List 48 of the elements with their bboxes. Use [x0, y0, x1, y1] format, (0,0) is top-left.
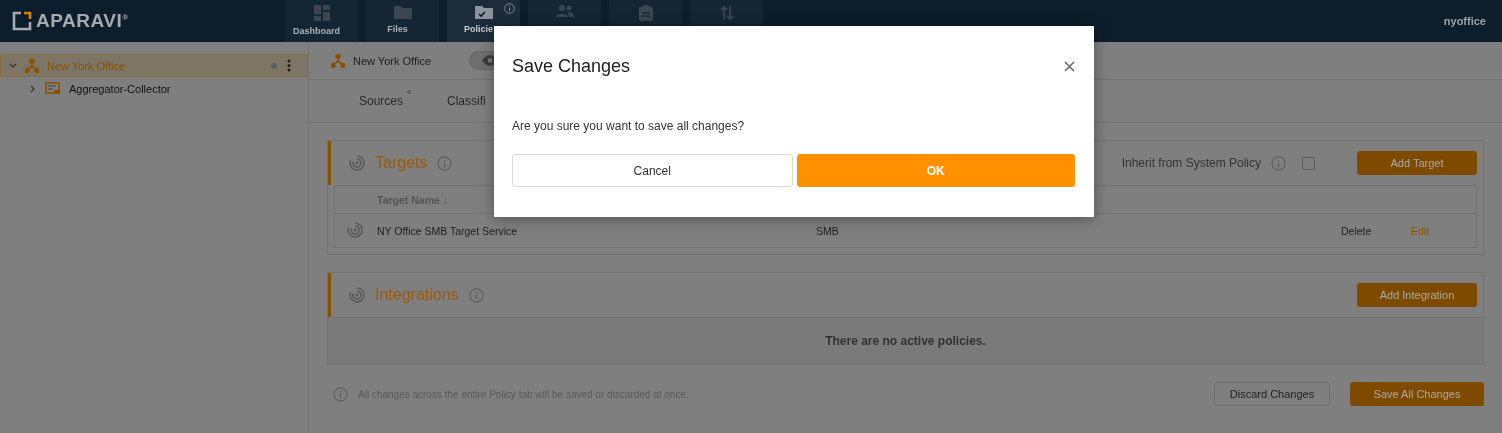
dialog-message: Are you sure you want to save all changes?: [512, 119, 745, 133]
tree-item[interactable]: Aggregator-Collector: [0, 77, 308, 100]
folder-check-icon: [474, 5, 493, 19]
table-cell: SMB: [816, 224, 839, 237]
table-cell: NY Office SMB Target Service: [377, 224, 518, 237]
inherit-checkbox[interactable]: [1302, 156, 1315, 170]
network-icon: [25, 58, 39, 73]
section-title: Targets: [375, 154, 428, 172]
network-icon: [331, 53, 345, 68]
target-icon: [347, 221, 363, 238]
clipboard-icon: [638, 5, 653, 21]
target-icon: [349, 155, 365, 171]
info-icon: [1271, 155, 1286, 171]
server-icon: [45, 82, 61, 95]
folder-icon: [393, 5, 412, 19]
empty-message: There are no active policies.: [825, 334, 986, 348]
user-name[interactable]: nyoffice: [1443, 15, 1502, 27]
chevron-icon: [29, 84, 37, 93]
close-button[interactable]: [1064, 60, 1075, 72]
grid-icon: [313, 5, 330, 21]
chevron-icon: [9, 61, 17, 70]
arrows-icon: [718, 5, 735, 21]
info-icon: [333, 386, 348, 402]
discard-button[interactable]: Discard Changes: [1214, 382, 1330, 406]
save-all-button[interactable]: Save All Changes: [1350, 382, 1484, 406]
app-logo: APARAVI$^{®}$: [36, 10, 129, 32]
target-icon: [349, 287, 365, 303]
section-title: Integrations: [375, 286, 459, 304]
nav-tab[interactable]: Dashboard: [285, 0, 358, 42]
add-target-button[interactable]: Add Target: [1357, 151, 1477, 175]
close-icon: [1064, 60, 1075, 72]
info-icon: [504, 3, 515, 14]
nav-tab[interactable]: Files: [366, 0, 439, 42]
delete-link[interactable]: Delete: [1341, 224, 1372, 237]
policy-tab[interactable]: Sources: [359, 94, 404, 108]
people-icon: [555, 5, 574, 17]
status-dot-icon: [271, 62, 277, 69]
info-icon: [437, 155, 453, 171]
dialog-title: Save Changes: [512, 55, 631, 77]
policy-tab[interactable]: Classifi: [447, 94, 486, 108]
ok-button[interactable]: OK: [796, 154, 1075, 187]
info-icon: [468, 287, 484, 303]
logo-icon: [12, 11, 32, 31]
checkbox-label: Inherit from System Policy: [1121, 156, 1261, 170]
cancel-button[interactable]: Cancel: [512, 154, 793, 187]
breadcrumb-item[interactable]: New York Office: [353, 54, 432, 67]
more-icon[interactable]: [287, 59, 291, 72]
add-integration-button[interactable]: Add Integration: [1357, 283, 1477, 307]
